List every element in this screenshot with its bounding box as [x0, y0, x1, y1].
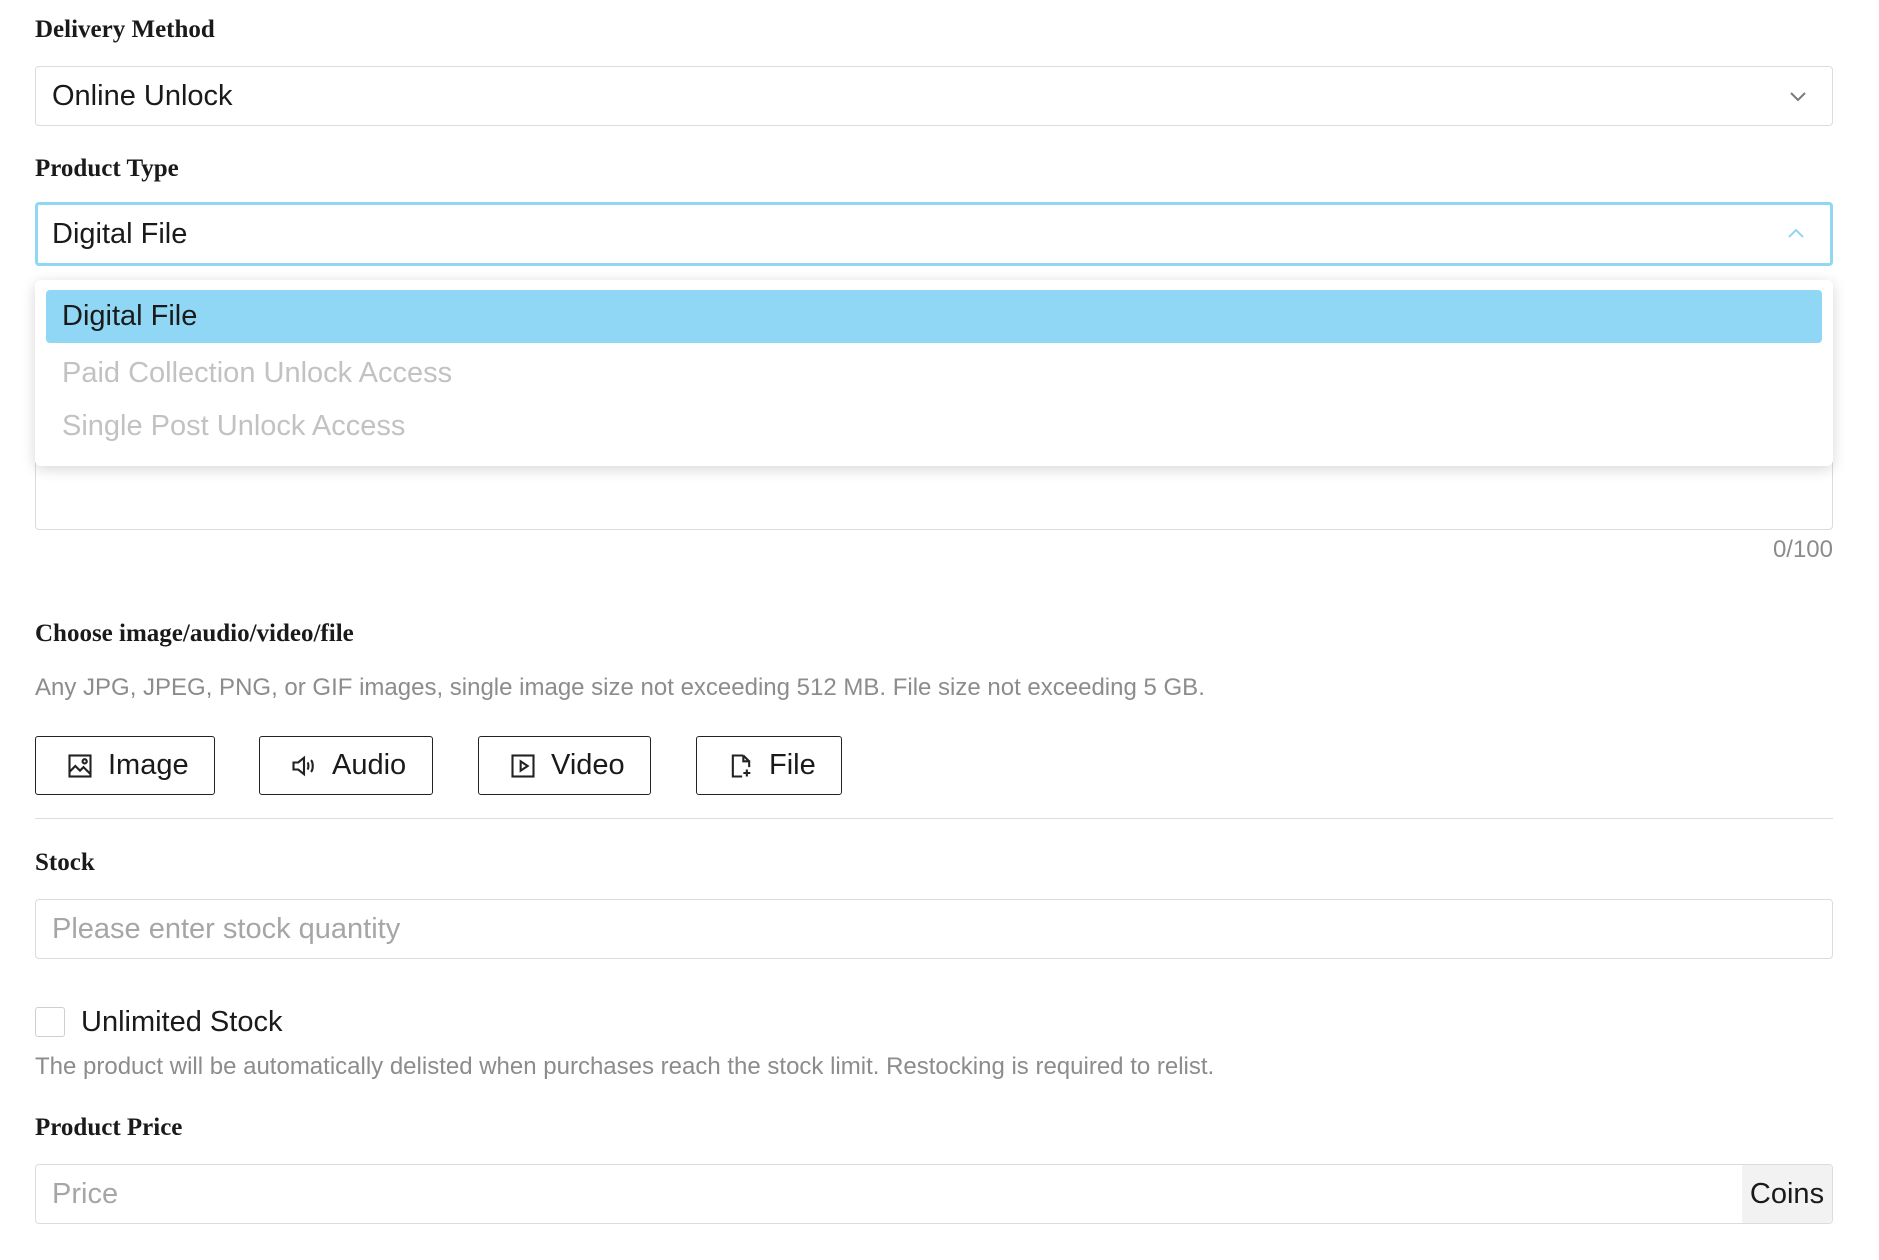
price-currency-suffix: Coins	[1742, 1165, 1832, 1223]
unlimited-stock-checkbox[interactable]	[35, 1007, 65, 1037]
image-icon	[68, 753, 92, 778]
price-input[interactable]: Price Coins	[35, 1164, 1833, 1224]
delivery-method-select[interactable]: Online Unlock	[35, 66, 1833, 126]
file-add-icon	[731, 753, 751, 778]
product-type-option-digital-file[interactable]: Digital File	[46, 290, 1822, 343]
media-upload-label: Choose image/audio/video/file	[35, 620, 354, 647]
chevron-down-icon	[1790, 92, 1806, 102]
delivery-method-value: Online Unlock	[52, 79, 233, 112]
section-divider	[35, 818, 1833, 819]
product-type-label: Product Type	[35, 155, 179, 182]
stock-placeholder: Please enter stock quantity	[52, 912, 401, 945]
upload-image-button[interactable]: Image	[35, 736, 215, 795]
product-price-label: Product Price	[35, 1114, 183, 1141]
upload-video-label: Video	[551, 749, 625, 781]
upload-file-button[interactable]: File	[696, 736, 842, 795]
product-type-option-paid-collection[interactable]: Paid Collection Unlock Access	[46, 347, 1822, 400]
play-icon	[511, 753, 535, 778]
stock-note: The product will be automatically delist…	[35, 1053, 1215, 1080]
product-type-value: Digital File	[52, 217, 188, 250]
upload-file-label: File	[769, 749, 816, 781]
delivery-method-label: Delivery Method	[35, 16, 215, 43]
stock-label: Stock	[35, 849, 95, 876]
stock-input[interactable]: Please enter stock quantity	[35, 899, 1833, 959]
upload-video-button[interactable]: Video	[478, 736, 651, 795]
unlimited-stock-label: Unlimited Stock	[81, 1006, 283, 1038]
speaker-icon	[292, 755, 314, 776]
product-type-dropdown: Digital File Paid Collection Unlock Acce…	[35, 280, 1833, 466]
media-upload-hint: Any JPG, JPEG, PNG, or GIF images, singl…	[35, 674, 1205, 701]
product-type-option-single-post[interactable]: Single Post Unlock Access	[46, 400, 1822, 453]
upload-audio-button[interactable]: Audio	[259, 736, 433, 795]
description-char-counter: 0/100	[1772, 536, 1833, 563]
price-placeholder: Price	[52, 1177, 119, 1210]
chevron-up-icon	[1788, 228, 1804, 238]
upload-image-label: Image	[108, 749, 189, 781]
upload-audio-label: Audio	[332, 749, 407, 781]
product-type-select[interactable]: Digital File	[35, 202, 1833, 266]
